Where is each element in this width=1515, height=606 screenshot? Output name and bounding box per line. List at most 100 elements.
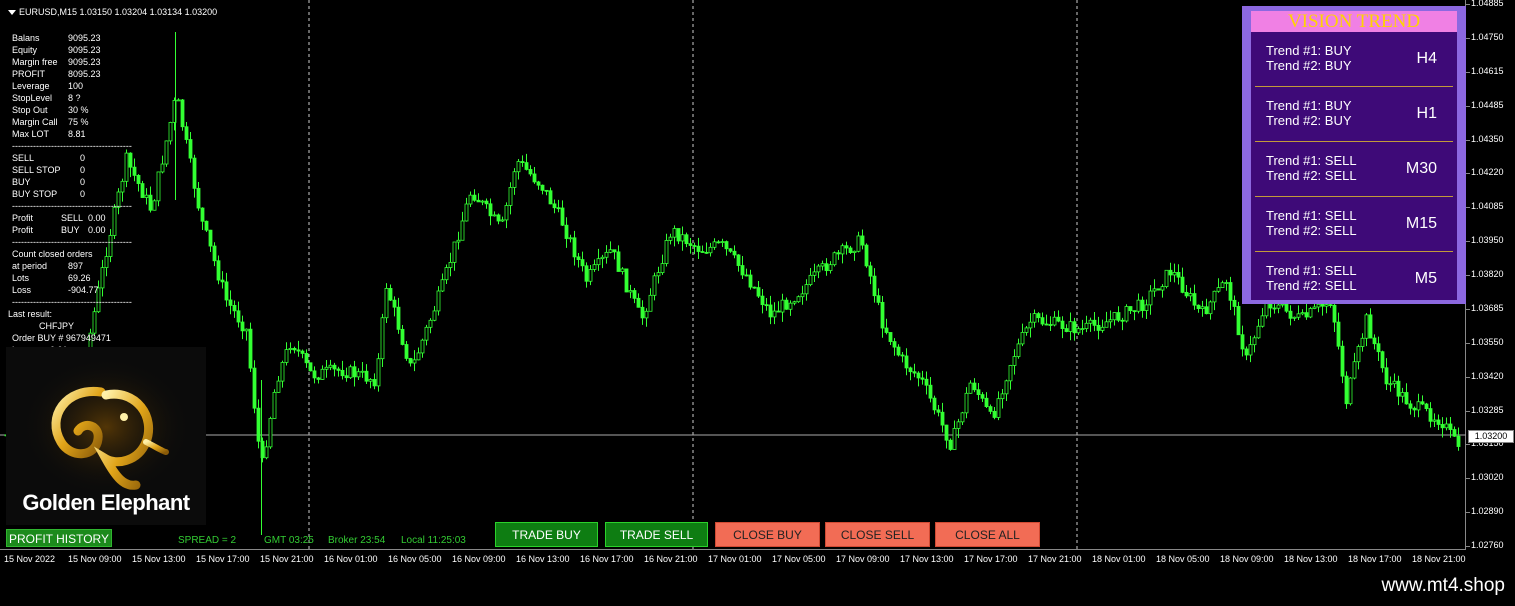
price-tick: 1.03285 [1466, 404, 1504, 415]
time-tick: 18 Nov 21:00 [1412, 554, 1466, 564]
candle-body [752, 286, 757, 289]
time-tick: 18 Nov 01:00 [1092, 554, 1146, 564]
candle-body [844, 245, 849, 249]
account-row: at period 897 [12, 260, 132, 272]
candle-body [1448, 423, 1453, 430]
candle-body [832, 252, 837, 266]
trend-1-text: Trend #1: BUY [1266, 98, 1352, 113]
candle-body [272, 391, 277, 419]
candle-body [400, 328, 405, 345]
dropdown-triangle-icon[interactable] [8, 10, 16, 16]
candle-body [288, 347, 293, 350]
price-tick: 1.04750 [1466, 31, 1504, 42]
account-row: SELL STOP 0 [12, 164, 132, 176]
candle-body [1192, 293, 1197, 306]
candle-body [916, 372, 921, 379]
candle-body [472, 194, 477, 201]
account-key: BUY [12, 177, 31, 187]
candle-body [1400, 392, 1405, 397]
candle-body [340, 369, 345, 377]
candle-body [1132, 310, 1137, 313]
account-row: BUY STOP 0 [12, 188, 132, 200]
candle-body [308, 362, 313, 372]
trade-sell-button[interactable]: TRADE SELL [605, 522, 708, 547]
close-buy-button[interactable]: CLOSE BUY [715, 522, 820, 547]
candle-body [1196, 304, 1201, 310]
candle-body [1184, 291, 1189, 297]
candle-body [940, 411, 945, 426]
trend-1-text: Trend #1: BUY [1266, 43, 1352, 58]
price-axis[interactable]: 1.04885 1.04750 1.04615 1.04485 1.04350 1.042… [1466, 0, 1515, 550]
candle-body [1064, 328, 1069, 332]
candle-body [1380, 351, 1385, 369]
candle-body [980, 394, 985, 399]
candle-body [708, 246, 713, 254]
candle-body [468, 194, 473, 205]
candle-body [968, 382, 973, 394]
timeframe-label: H1 [1416, 105, 1437, 122]
candle-body [628, 290, 633, 293]
candle-body [1168, 269, 1173, 276]
account-value: 8 ? [68, 93, 81, 103]
close-all-button[interactable]: CLOSE ALL [935, 522, 1040, 547]
time-tick: 15 Nov 17:00 [196, 554, 250, 564]
candle-body [376, 358, 381, 387]
candle-body [816, 265, 821, 273]
account-key: Balans [12, 33, 40, 43]
candle-body [672, 228, 677, 238]
candle-body [788, 302, 793, 310]
candle-body [1044, 323, 1049, 326]
candle-body [812, 271, 817, 276]
time-axis[interactable]: 15 Nov 2022 15 Nov 09:00 15 Nov 13:00 15 No… [0, 550, 1466, 572]
candle-body [1056, 316, 1061, 322]
candle-body [1024, 327, 1029, 333]
profit-history-button[interactable]: PROFIT HISTORY [6, 529, 112, 547]
candle-body [1208, 301, 1213, 315]
broker-time: Broker 23:54 [328, 535, 386, 546]
candle-body [1156, 288, 1161, 291]
candle-body [316, 377, 321, 380]
last-result-order: Order BUY # 967949471 [12, 333, 111, 343]
candle-body [236, 310, 241, 323]
trend-1-text: Trend #1: SELL [1266, 263, 1357, 278]
candle-body [896, 346, 901, 356]
candle-body [992, 410, 997, 418]
candle-body [1100, 326, 1105, 331]
candle-body [848, 247, 853, 253]
candle-body [292, 347, 297, 351]
price-tick: 1.04485 [1466, 99, 1504, 110]
candle-body [420, 339, 425, 354]
time-tick: 17 Nov 05:00 [772, 554, 826, 564]
candle-body [1012, 356, 1017, 366]
trend-row: Trend #1: SELL Trend #2: SELL M15 [1251, 197, 1457, 251]
candle-body [984, 397, 989, 407]
time-tick: 16 Nov 05:00 [388, 554, 442, 564]
time-tick: 16 Nov 21:00 [644, 554, 698, 564]
trend-lines: Trend #1: BUY Trend #2: BUY [1266, 43, 1352, 73]
candle-body [312, 370, 317, 379]
candle-body [1036, 313, 1041, 319]
candle-body [1180, 276, 1185, 293]
trend-lines: Trend #1: BUY Trend #2: BUY [1266, 98, 1352, 128]
candle-body [764, 304, 769, 307]
account-row: Equity 9095.23 [12, 44, 132, 56]
time-tick: 18 Nov 05:00 [1156, 554, 1210, 564]
candle-body [328, 364, 333, 368]
symbol-header[interactable]: EURUSD,M15 1.03150 1.03204 1.03134 1.032… [8, 7, 217, 17]
candle-body [1096, 324, 1101, 331]
account-key: Lots [12, 273, 30, 283]
candle-body [612, 249, 617, 253]
last-result-title: Last result: [8, 309, 53, 319]
candle-body [212, 245, 217, 262]
candle-body [912, 371, 917, 374]
account-value: 0.00 [88, 225, 106, 235]
close-sell-button[interactable]: CLOSE SELL [825, 522, 930, 547]
trade-buy-button[interactable]: TRADE BUY [495, 522, 598, 547]
gmt-time: GMT 03:25 [264, 535, 314, 546]
candle-body [640, 306, 645, 319]
candle-body [244, 328, 249, 332]
candle-body [1144, 304, 1149, 311]
account-row: Max LOT 8.81 [12, 128, 132, 140]
trend-2-text: Trend #2: SELL [1266, 278, 1357, 293]
candle-body [232, 305, 237, 312]
